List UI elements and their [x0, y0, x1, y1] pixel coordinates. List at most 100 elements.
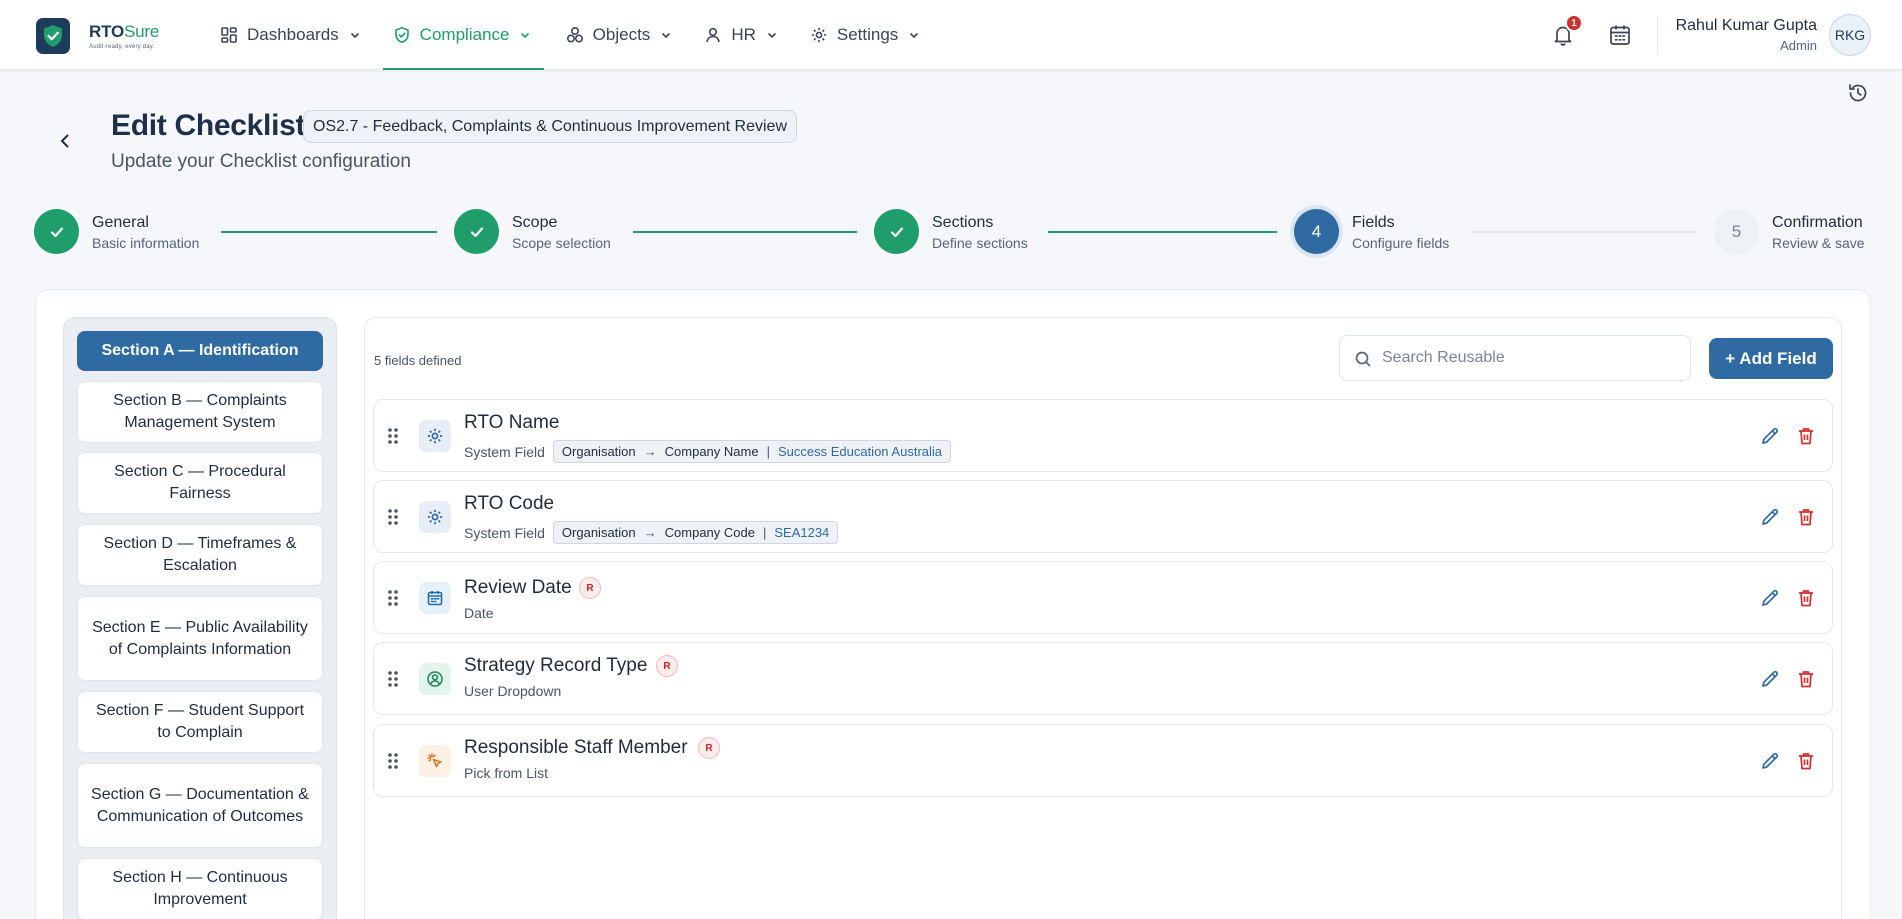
drag-handle-icon[interactable] — [386, 669, 400, 689]
edit-icon[interactable] — [1759, 425, 1781, 447]
field-meta: System Field Organisation → Company Code… — [464, 521, 839, 544]
step-3-circle[interactable] — [874, 209, 919, 254]
trash-icon[interactable] — [1795, 750, 1817, 772]
mapping-value: SEA1234 — [774, 525, 830, 540]
user-circle-icon — [419, 663, 451, 695]
edit-icon[interactable] — [1759, 587, 1781, 609]
step-4-desc: Configure fields — [1352, 235, 1450, 251]
top-navigation-bar: RTOSure Audit-ready, every day. Dashboar… — [0, 0, 1902, 70]
step-2-desc: Scope selection — [512, 235, 611, 251]
mapping-target: Company Name — [664, 444, 759, 459]
step-1-desc: Basic information — [92, 235, 200, 251]
step-1-title: General — [92, 214, 149, 231]
edit-icon[interactable] — [1759, 668, 1781, 690]
section-item-f[interactable]: Section F — Student Support to Complain — [77, 691, 323, 753]
mapping-source: Organisation — [561, 444, 636, 459]
field-row[interactable]: Responsible Staff Member R Pick from Lis… — [373, 724, 1833, 797]
step-connector — [1471, 231, 1696, 233]
trash-icon[interactable] — [1795, 506, 1817, 528]
field-type: Date — [464, 605, 494, 621]
chevron-down-icon — [767, 32, 776, 39]
edit-icon[interactable] — [1759, 506, 1781, 528]
field-name: Strategy Record Type — [464, 655, 648, 676]
field-name: RTO Name — [464, 412, 560, 433]
nav-settings[interactable]: Settings — [800, 0, 930, 70]
trash-icon[interactable] — [1795, 587, 1817, 609]
field-meta: System Field Organisation → Company Name… — [464, 440, 952, 463]
section-item-g[interactable]: Section G — Documentation & Communicatio… — [77, 763, 323, 848]
back-button[interactable] — [54, 130, 76, 152]
step-5-title: Confirmation — [1772, 214, 1863, 231]
chevron-down-icon — [662, 32, 671, 39]
user-role: Admin — [1780, 38, 1817, 53]
field-row[interactable]: Strategy Record Type R User Dropdown — [373, 642, 1833, 715]
section-item-c[interactable]: Section C — Procedural Fairness — [77, 452, 323, 514]
chevron-down-icon — [350, 32, 359, 39]
nav-hr[interactable]: HR — [694, 0, 788, 70]
field-mapping-badge: Organisation → Company Name | Success Ed… — [552, 440, 952, 463]
mapping-value: Success Education Australia — [777, 444, 943, 459]
step-4-circle[interactable]: 4 — [1294, 209, 1339, 254]
step-2-circle[interactable] — [454, 209, 499, 254]
field-type: System Field — [464, 524, 545, 541]
arrow-right-icon: → — [643, 525, 657, 540]
nav-objects[interactable]: Objects — [556, 0, 683, 70]
step-5-circle[interactable]: 5 — [1714, 209, 1759, 254]
section-item-h[interactable]: Section H — Continuous Improvement — [77, 858, 323, 919]
field-meta: Date — [464, 605, 494, 621]
nav-label: Objects — [592, 25, 651, 44]
fields-count: 5 fields defined — [374, 353, 462, 368]
checklist-name-badge: OS2.7 - Feedback, Complaints & Continuou… — [303, 110, 797, 143]
field-mapping-badge: Organisation → Company Code | SEA1234 — [552, 521, 839, 544]
drag-handle-icon[interactable] — [386, 588, 400, 608]
field-name: RTO Code — [464, 493, 555, 514]
history-icon[interactable] — [1847, 82, 1869, 104]
brand-logo[interactable]: RTOSure Audit-ready, every day. — [36, 18, 159, 54]
required-badge: R — [656, 655, 678, 677]
user-icon — [706, 27, 721, 43]
drag-handle-icon[interactable] — [386, 426, 400, 446]
field-name: Review Date — [464, 577, 572, 598]
section-item-e[interactable]: Section E — Public Availability of Compl… — [77, 596, 323, 681]
field-row[interactable]: RTO Name System Field Organisation → Com… — [373, 399, 1833, 472]
nav-compliance[interactable]: Compliance — [382, 0, 544, 70]
step-connector — [221, 231, 437, 233]
mapping-source: Organisation — [561, 525, 636, 540]
field-type: System Field — [464, 443, 545, 460]
shapes-icon — [566, 26, 583, 43]
add-field-button[interactable]: + Add Field — [1709, 338, 1833, 379]
section-item-a[interactable]: Section A — Identification — [77, 331, 323, 371]
notification-count-badge: 1 — [1565, 14, 1583, 32]
check-icon — [50, 226, 63, 237]
search-icon — [1355, 351, 1371, 367]
required-badge: R — [698, 737, 720, 759]
nav-label: Compliance — [419, 25, 510, 44]
section-item-d[interactable]: Section D — Timeframes & Escalation — [77, 524, 323, 586]
drag-handle-icon[interactable] — [386, 507, 400, 527]
chevron-down-icon — [910, 32, 919, 39]
page-subtitle: Update your Checklist configuration — [111, 151, 411, 172]
search-reusable[interactable] — [1339, 335, 1691, 381]
grid-icon — [221, 27, 237, 43]
edit-icon[interactable] — [1759, 750, 1781, 772]
avatar[interactable]: RKG — [1829, 14, 1871, 56]
field-row[interactable]: Review Date R Date — [373, 561, 1833, 634]
section-item-b[interactable]: Section B — Complaints Management System — [77, 381, 323, 443]
trash-icon[interactable] — [1795, 668, 1817, 690]
step-3-desc: Define sections — [932, 235, 1028, 251]
search-input[interactable] — [1382, 336, 1682, 380]
step-2-title: Scope — [512, 214, 558, 231]
mapping-separator: | — [762, 525, 767, 540]
step-1-circle[interactable] — [34, 209, 79, 254]
step-4-title: Fields — [1352, 214, 1395, 231]
required-badge: R — [579, 577, 601, 599]
nav-dashboards[interactable]: Dashboards — [210, 0, 371, 70]
calendar-icon — [419, 582, 451, 614]
gear-icon — [419, 501, 451, 533]
step-connector — [633, 231, 857, 233]
drag-handle-icon[interactable] — [386, 751, 400, 771]
field-row[interactable]: RTO Code System Field Organisation → Com… — [373, 480, 1833, 553]
trash-icon[interactable] — [1795, 425, 1817, 447]
user-name: Rahul Kumar Gupta — [1675, 17, 1817, 34]
check-icon — [470, 226, 483, 237]
